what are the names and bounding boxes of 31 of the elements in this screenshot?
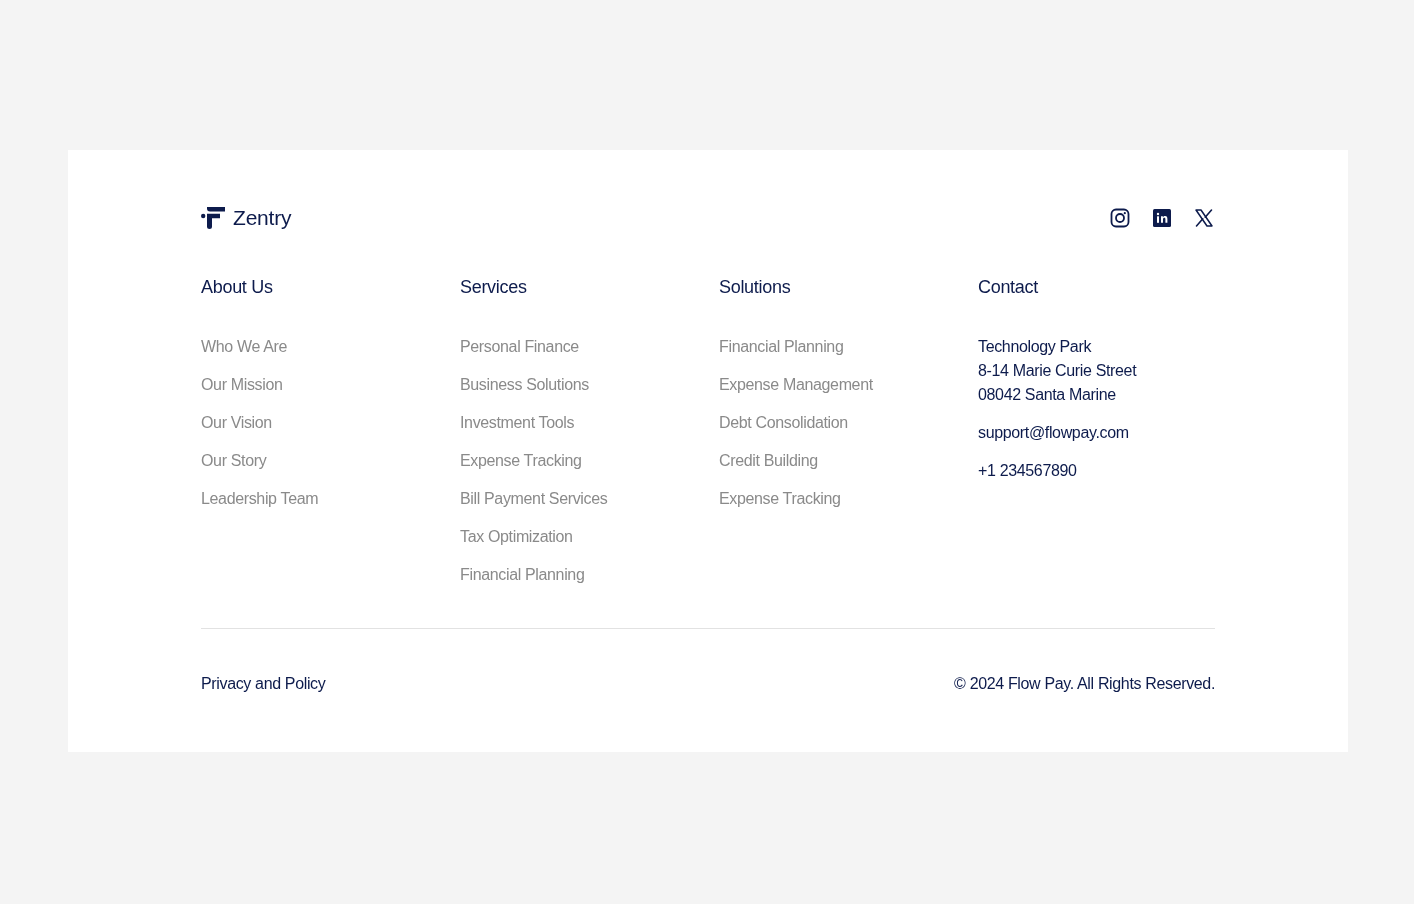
footer-link[interactable]: Leadership Team (201, 487, 319, 511)
privacy-policy-link[interactable]: Privacy and Policy (201, 672, 326, 696)
footer-link[interactable]: Investment Tools (460, 411, 575, 435)
footer-link[interactable]: Expense Tracking (460, 449, 582, 473)
footer-link[interactable]: Debt Consolidation (719, 411, 848, 435)
footer-link[interactable]: Expense Tracking (719, 487, 841, 511)
column-heading: Contact (978, 276, 1038, 299)
footer-link[interactable]: Expense Management (719, 373, 873, 397)
footer-link[interactable]: Financial Planning (460, 563, 585, 587)
footer-link[interactable]: Personal Finance (460, 335, 579, 359)
footer-link[interactable]: Our Vision (201, 411, 272, 435)
footer-link[interactable]: Bill Payment Services (460, 487, 608, 511)
footer-link[interactable]: Financial Planning (719, 335, 844, 359)
footer-link[interactable]: Our Story (201, 449, 267, 473)
column-heading: Solutions (719, 276, 791, 299)
column-heading: About Us (201, 276, 273, 299)
footer-link[interactable]: Who We Are (201, 335, 288, 359)
footer-link[interactable]: Business Solutions (460, 373, 589, 397)
copyright-text: © 2024 Flow Pay. All Rights Reserved. (954, 674, 1215, 694)
logo-text: Zentry (233, 206, 292, 230)
column-heading: Services (460, 276, 527, 299)
linkedin-icon[interactable] (1152, 208, 1172, 228)
phone-link[interactable]: +1 234567890 (978, 459, 1077, 483)
footer-link[interactable]: Our Mission (201, 373, 283, 397)
footer-link[interactable]: Credit Building (719, 449, 818, 473)
x-logo-icon[interactable] (1194, 208, 1214, 228)
address-text: Technology Park 8-14 Marie Curie Street 08042 Santa Marine (978, 337, 1137, 405)
footer-link[interactable]: Tax Optimization (460, 525, 573, 549)
email-link[interactable]: support@flowpay.com (978, 421, 1129, 445)
logo-mark-icon (201, 207, 225, 229)
instagram-icon[interactable] (1110, 208, 1130, 228)
